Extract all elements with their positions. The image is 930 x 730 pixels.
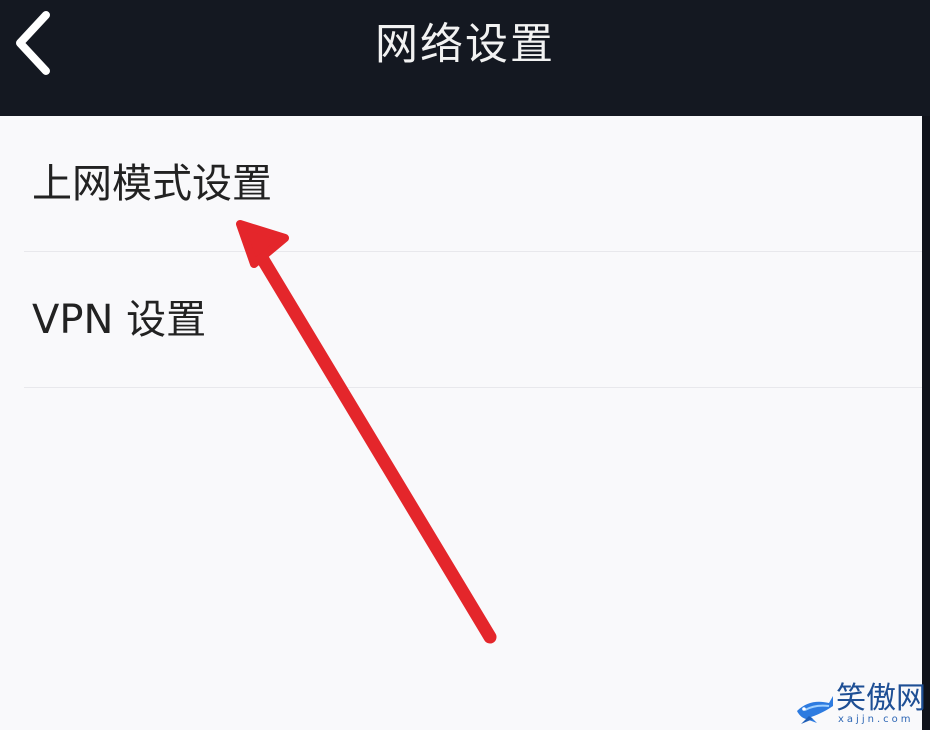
right-edge-shadow bbox=[922, 116, 930, 730]
watermark-brand: 笑傲网 bbox=[836, 681, 926, 716]
list-divider bbox=[24, 387, 922, 388]
network-settings-screen: 网络设置 上网模式设置 VPN 设置 笑傲网 xajjn.com bbox=[0, 0, 930, 730]
settings-list: 上网模式设置 VPN 设置 bbox=[0, 116, 930, 730]
top-navigation-bar: 网络设置 bbox=[0, 0, 930, 116]
watermark-logo: 笑傲网 xajjn.com bbox=[790, 682, 930, 730]
page-title: 网络设置 bbox=[375, 20, 555, 70]
shark-icon bbox=[797, 696, 833, 724]
internet-mode-settings-label: 上网模式设置 bbox=[32, 161, 272, 207]
vpn-settings-item[interactable]: VPN 设置 bbox=[0, 252, 922, 387]
vpn-settings-label: VPN 设置 bbox=[32, 297, 207, 343]
internet-mode-settings-item[interactable]: 上网模式设置 bbox=[0, 116, 922, 251]
watermark-domain: xajjn.com bbox=[838, 714, 914, 725]
